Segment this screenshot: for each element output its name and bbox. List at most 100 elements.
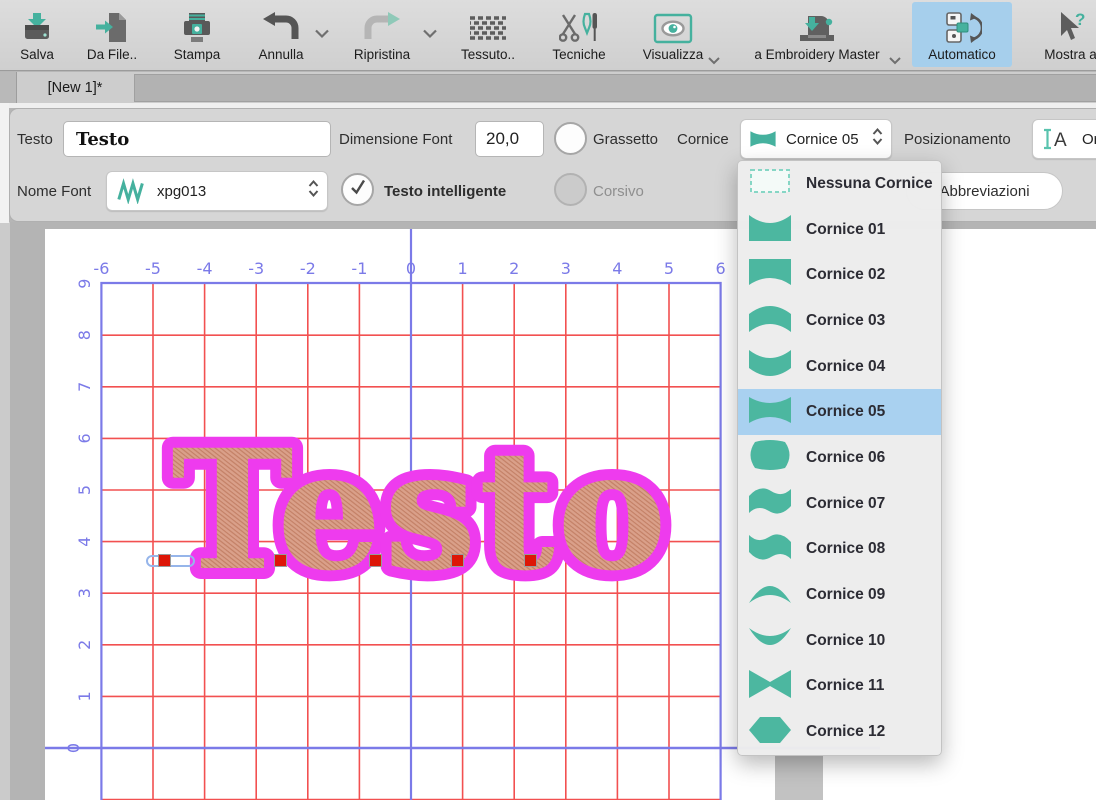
svg-text:2: 2 <box>509 259 519 278</box>
toolbar-label: Automatico <box>928 47 996 62</box>
from-file-button[interactable]: Da File.. <box>76 2 148 67</box>
svg-text:0: 0 <box>406 259 416 278</box>
toolbar-label: Tessuto.. <box>461 47 515 62</box>
text-input[interactable]: Testo <box>63 121 331 157</box>
automatic-button[interactable]: Automatico <box>912 2 1012 67</box>
redo-button[interactable]: Ripristina <box>342 2 422 67</box>
font-size-value: 20,0 <box>476 129 519 149</box>
toolbar-label: Tecniche <box>552 47 605 62</box>
left-gutter <box>0 103 9 223</box>
view-button[interactable]: Visualizza <box>632 2 714 67</box>
frame-12-icon <box>748 715 792 750</box>
svg-text:3: 3 <box>75 588 94 598</box>
text-input-value: Testo <box>64 129 129 150</box>
bold-toggle[interactable] <box>554 122 587 155</box>
positioning-select-value: Oriz <box>1082 131 1096 148</box>
svg-text:-2: -2 <box>300 259 316 278</box>
frame-11-icon <box>748 669 792 704</box>
view-chevron-down-icon[interactable] <box>707 52 721 70</box>
menu-item-cornice-12[interactable]: Cornice 12 <box>738 709 941 755</box>
stitch-marker[interactable] <box>524 554 537 567</box>
svg-text:1: 1 <box>458 259 468 278</box>
undo-chevron-down-icon[interactable] <box>314 26 330 44</box>
embroidery-object[interactable]: Testo <box>130 412 710 604</box>
menu-item-cornice-02[interactable]: Cornice 02 <box>738 252 941 298</box>
redo-chevron-down-icon[interactable] <box>422 26 438 44</box>
frame-select-value: Cornice 05 <box>786 131 871 148</box>
menu-item-cornice-08[interactable]: Cornice 08 <box>738 527 941 573</box>
toolbar-label: Ripristina <box>354 47 410 62</box>
frame-02-icon <box>748 258 792 293</box>
main-toolbar: Salva Da File.. Stampa Annulla Ripristin… <box>0 0 1096 71</box>
font-name-select[interactable]: xpg013 <box>106 171 328 211</box>
embroidery-master-chevron-down-icon[interactable] <box>888 52 902 70</box>
dropdown-scroll-stub[interactable] <box>775 756 823 800</box>
frame-select[interactable]: Cornice 05 <box>740 119 892 159</box>
toolbar-label: Annulla <box>258 47 303 62</box>
undo-button[interactable]: Annulla <box>244 2 318 67</box>
toolbar-label: Visualizza <box>643 47 704 62</box>
italic-label: Corsivo <box>593 183 644 200</box>
show-help-button[interactable]: ? Mostra ai <box>1022 2 1096 67</box>
frame-none-icon <box>748 166 792 201</box>
embroidery-machine-icon <box>797 7 837 45</box>
smart-text-label: Testo intelligente <box>384 183 506 200</box>
techniques-button[interactable]: Tecniche <box>543 2 615 67</box>
menu-item-cornice-04[interactable]: Cornice 04 <box>738 344 941 390</box>
svg-text:-3: -3 <box>248 259 264 278</box>
svg-text:8: 8 <box>75 330 94 340</box>
stitch-marker[interactable] <box>274 554 287 567</box>
frame-05-icon <box>749 130 777 148</box>
menu-item-cornice-01[interactable]: Cornice 01 <box>738 207 941 253</box>
svg-text:-5: -5 <box>145 259 161 278</box>
menu-item-cornice-11[interactable]: Cornice 11 <box>738 664 941 710</box>
abbreviations-label: Abbreviazioni <box>939 183 1029 200</box>
menu-item-nessuna-cornice[interactable]: Nessuna Cornice <box>738 161 941 207</box>
svg-text:2: 2 <box>75 640 94 650</box>
stitch-marker[interactable] <box>369 554 382 567</box>
menu-item-cornice-05-selected[interactable]: Cornice 05 <box>738 389 941 435</box>
import-file-icon <box>94 7 130 45</box>
svg-text:-6: -6 <box>93 259 109 278</box>
print-button[interactable]: Stampa <box>163 2 231 67</box>
menu-item-cornice-03[interactable]: Cornice 03 <box>738 298 941 344</box>
menu-item-cornice-10[interactable]: Cornice 10 <box>738 618 941 664</box>
embroidery-master-button[interactable]: a Embroidery Master <box>742 2 892 67</box>
fabric-icon <box>468 7 508 45</box>
svg-text:9: 9 <box>75 279 94 289</box>
svg-text:5: 5 <box>664 259 674 278</box>
stepper-icon <box>871 127 884 151</box>
techniques-icon <box>559 7 599 45</box>
embroidery-text[interactable]: Testo <box>171 413 669 607</box>
save-button[interactable]: Salva <box>8 2 66 67</box>
italic-toggle[interactable] <box>554 173 587 206</box>
fabric-button[interactable]: Tessuto.. <box>452 2 524 67</box>
undo-icon <box>262 7 300 45</box>
stitch-marker[interactable] <box>451 554 464 567</box>
svg-text:6: 6 <box>716 259 726 278</box>
toolbar-label: a Embroidery Master <box>754 47 879 62</box>
stitch-marker[interactable] <box>158 554 171 567</box>
menu-item-cornice-07[interactable]: Cornice 07 <box>738 481 941 527</box>
redo-icon <box>363 7 401 45</box>
svg-text:A: A <box>1054 130 1067 151</box>
frame-04-icon <box>748 349 792 384</box>
smart-text-checkbox[interactable] <box>341 173 374 206</box>
tab-new-1[interactable]: [New 1]* <box>18 72 132 103</box>
svg-text:4: 4 <box>612 259 622 278</box>
frame-06-icon <box>748 440 792 475</box>
menu-item-cornice-06[interactable]: Cornice 06 <box>738 435 941 481</box>
font-zigzag-icon <box>116 178 148 204</box>
menu-item-cornice-09[interactable]: Cornice 09 <box>738 572 941 618</box>
help-cursor-icon: ? <box>1054 7 1090 45</box>
font-size-input[interactable]: 20,0 <box>475 121 544 157</box>
tab-bar-empty-area[interactable] <box>134 74 1096 102</box>
toolbar-label: Stampa <box>174 47 221 62</box>
frame-10-icon <box>748 623 792 658</box>
svg-text:-1: -1 <box>351 259 367 278</box>
positioning-select[interactable]: A Oriz <box>1032 119 1096 159</box>
text-label: Testo <box>17 131 53 148</box>
svg-text:1: 1 <box>75 691 94 701</box>
positioning-label: Posizionamento <box>904 131 1011 148</box>
svg-text:5: 5 <box>75 485 94 495</box>
